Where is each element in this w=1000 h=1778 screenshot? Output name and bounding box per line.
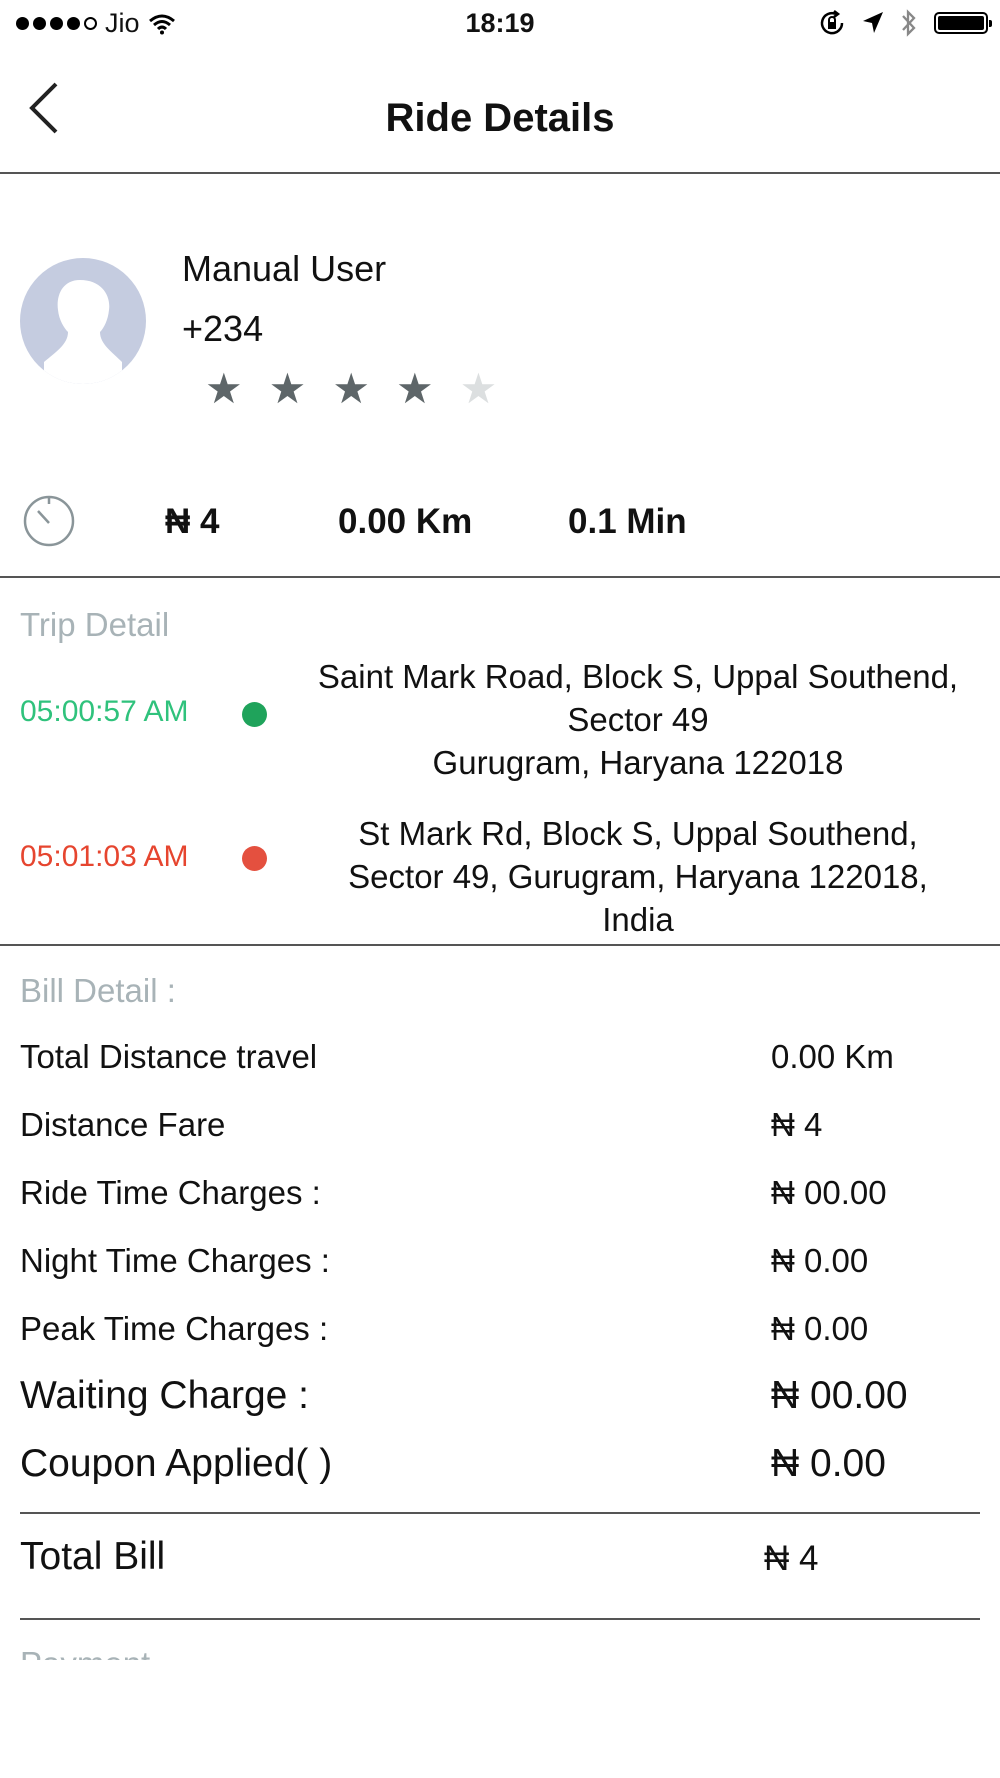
avatar [20,258,146,384]
battery-icon [934,12,992,34]
user-name: Manual User [182,248,387,289]
bill-row-distance-fare: Distance Fare ₦ 4 [0,1106,1000,1166]
bill-row-label: Peak Time Charges : [20,1310,329,1347]
trip-detail-heading: Trip Detail [20,606,170,643]
pickup-marker-icon [242,702,267,727]
rating-stars: ★ ★ ★ ★ ★ [205,368,497,410]
bill-row-value: ₦ 0.00 [771,1310,869,1347]
bill-row-peak-time-charges: Peak Time Charges : ₦ 0.00 [0,1310,1000,1370]
user-placeholder-icon [44,280,122,384]
total-bill-value: ₦ 4 [764,1539,819,1578]
star-icon: ★ [459,365,498,412]
status-bar: Jio 18:19 [0,0,1000,50]
payment-heading: Payment [20,1646,150,1660]
user-phone: +234 [182,308,264,349]
bill-row-label: Coupon Applied( ) [20,1442,333,1485]
pickup-time: 05:00:57 AM [20,695,189,728]
page-title: Ride Details [385,96,615,140]
bill-row-label: Ride Time Charges : [20,1174,321,1211]
timer-icon [23,495,75,547]
ride-summary: ₦ 4 0.00 Km 0.1 Min [0,480,1000,578]
summary-distance: 0.00 Km [338,502,473,541]
star-icon: ★ [268,365,307,412]
bill-row-value: ₦ 00.00 [771,1174,887,1211]
divider [0,944,1000,946]
summary-duration: 0.1 Min [568,502,687,541]
bill-row-value: ₦ 00.00 [771,1374,908,1417]
bill-row-value: ₦ 0.00 [771,1442,886,1485]
bill-row-coupon-applied: Coupon Applied( ) ₦ 0.00 [0,1442,1000,1502]
bluetooth-icon [902,9,916,37]
bill-row-total-distance: Total Distance travel 0.00 Km [0,1038,1000,1098]
bill-row-value: ₦ 0.00 [771,1242,869,1279]
divider [20,1618,980,1620]
drop-time: 05:01:03 AM [20,840,189,873]
bill-detail-heading: Bill Detail : [20,972,176,1009]
total-bill-label: Total Bill [20,1535,166,1578]
status-icons [818,8,992,38]
bill-row-waiting-charge: Waiting Charge : ₦ 00.00 [0,1374,1000,1434]
star-icon: ★ [332,365,370,412]
bill-row-label: Waiting Charge : [20,1374,310,1417]
bill-row-label: Night Time Charges : [20,1242,330,1279]
pickup-address: Saint Mark Road, Block S, Uppal Southend… [317,658,959,781]
bill-row-value: 0.00 Km [771,1038,894,1075]
divider [20,1512,980,1514]
star-icon: ★ [395,365,434,412]
drop-marker-icon [242,846,267,871]
summary-fare: ₦ 4 [165,502,220,541]
orientation-lock-icon [820,10,844,35]
drop-address: St Mark Rd, Block S, Uppal Southend, Sec… [348,815,928,938]
location-arrow-icon [863,12,883,33]
bill-row-ride-time-charges: Ride Time Charges : ₦ 00.00 [0,1174,1000,1234]
bill-row-value: ₦ 4 [771,1106,823,1143]
bill-row-label: Distance Fare [20,1106,226,1143]
bill-row-label: Total Distance travel [20,1038,318,1075]
star-icon: ★ [205,365,243,412]
bill-row-night-time-charges: Night Time Charges : ₦ 0.00 [0,1242,1000,1302]
nav-bar: Ride Details [0,50,1000,174]
